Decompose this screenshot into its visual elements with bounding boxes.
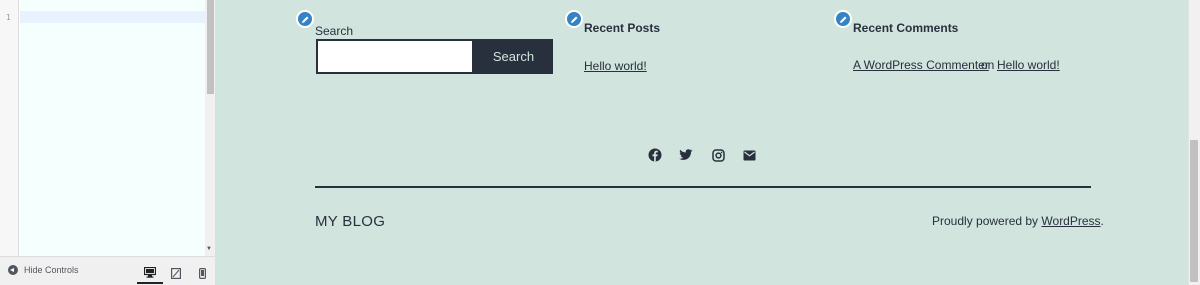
email-icon [743, 150, 755, 160]
recent-post-link[interactable]: Hello world! [584, 59, 647, 73]
recent-comments-title: Recent Comments [853, 21, 959, 35]
edit-search-widget-shortcut[interactable] [296, 10, 314, 28]
editor-scrollbar-thumb[interactable] [207, 0, 214, 94]
hide-controls-label: Hide Controls [24, 265, 79, 275]
tablet-icon [171, 267, 181, 279]
comment-connector: on [981, 58, 995, 72]
powered-by-text: Proudly powered by WordPress. [932, 214, 1104, 228]
editor-gutter [0, 0, 19, 256]
facebook-icon [648, 148, 662, 162]
instagram-link[interactable] [710, 147, 726, 163]
powered-suffix: . [1100, 214, 1104, 228]
edit-recent-comments-shortcut[interactable] [834, 10, 852, 28]
active-line [20, 11, 205, 23]
scroll-down-arrow-icon[interactable]: ▼ [206, 246, 212, 252]
preview-mobile-button[interactable] [189, 262, 215, 284]
powered-by-label: Proudly powered by [932, 214, 1039, 228]
site-title[interactable]: MY BLOG [315, 213, 385, 230]
comment-author-link[interactable]: A WordPress Commenter [853, 58, 989, 72]
preview-tablet-button[interactable] [163, 262, 189, 284]
recent-posts-title: Recent Posts [584, 21, 661, 35]
search-label: Search [315, 24, 354, 38]
pencil-icon [570, 16, 577, 23]
pencil-icon [839, 16, 846, 23]
footer-divider [315, 186, 1091, 188]
line-number: 1 [6, 13, 11, 22]
twitter-link[interactable] [678, 147, 694, 163]
search-input[interactable] [316, 39, 474, 74]
search-button[interactable]: Search [474, 39, 553, 74]
facebook-link[interactable] [647, 147, 663, 163]
instagram-icon [711, 148, 725, 162]
collapse-arrow-icon [8, 265, 18, 275]
email-link[interactable] [741, 147, 757, 163]
preview-desktop-button[interactable] [137, 262, 163, 284]
preview-scrollbar-thumb[interactable] [1190, 140, 1198, 282]
mobile-icon [198, 267, 206, 279]
wordpress-link[interactable]: WordPress [1041, 214, 1100, 228]
edit-recent-posts-shortcut[interactable] [565, 10, 583, 28]
twitter-icon [679, 149, 693, 160]
desktop-icon [144, 266, 156, 278]
hide-controls-button[interactable]: Hide Controls [8, 265, 79, 275]
comment-post-link[interactable]: Hello world! [997, 58, 1060, 72]
pencil-icon [301, 16, 308, 23]
code-area[interactable] [20, 0, 205, 256]
